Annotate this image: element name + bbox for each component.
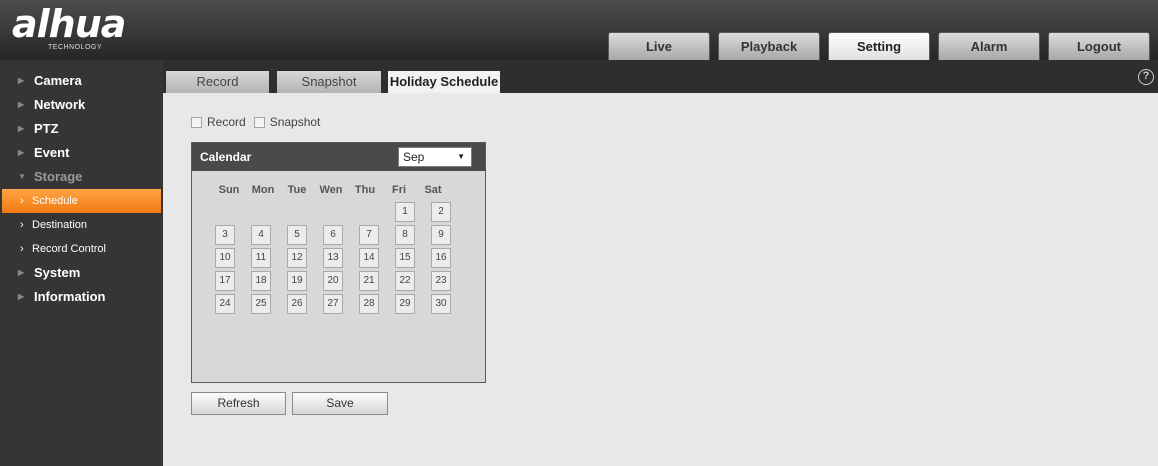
- calendar-day[interactable]: 21: [359, 271, 379, 291]
- sidebar-item-label: System: [34, 265, 81, 280]
- sidebar-item-label: PTZ: [34, 121, 59, 136]
- calendar-day[interactable]: 15: [395, 248, 415, 268]
- calendar-day[interactable]: 11: [251, 248, 271, 268]
- holiday-schedule-panel: Record Snapshot Calendar Sep ▼ Sun Mon Tue…: [163, 93, 1158, 466]
- calendar-day[interactable]: 16: [431, 248, 451, 268]
- weekday-label: Wen: [319, 184, 343, 196]
- caret-right-icon: ▶: [18, 100, 25, 109]
- type-checkboxes: Record Snapshot: [191, 115, 328, 129]
- chevron-right-icon: ›: [20, 195, 24, 207]
- caret-right-icon: ▶: [18, 124, 25, 133]
- calendar-title: Calendar: [200, 150, 252, 164]
- subtab-holiday-schedule[interactable]: Holiday Schedule: [388, 71, 500, 93]
- snapshot-checkbox[interactable]: [253, 116, 265, 128]
- weekday-label: Fri: [391, 184, 407, 196]
- save-button[interactable]: Save: [292, 392, 388, 415]
- subtab-bar: Record Snapshot Holiday Schedule ?: [163, 60, 1158, 93]
- calendar-day[interactable]: 28: [359, 294, 379, 314]
- caret-down-icon: ▼: [18, 172, 26, 181]
- calendar-day[interactable]: 3: [215, 225, 235, 245]
- sidebar-item-label: Storage: [34, 169, 83, 184]
- calendar-day[interactable]: 1: [395, 202, 415, 222]
- calendar-day[interactable]: 18: [251, 271, 271, 291]
- calendar-day[interactable]: 29: [395, 294, 415, 314]
- month-select[interactable]: Sep ▼: [398, 147, 472, 167]
- calendar-day[interactable]: 27: [323, 294, 343, 314]
- weekday-label: Sat: [424, 184, 442, 196]
- record-checkbox-label: Record: [207, 115, 246, 129]
- weekday-label: Tue: [287, 184, 307, 196]
- calendar-day[interactable]: 20: [323, 271, 343, 291]
- calendar-day[interactable]: 25: [251, 294, 271, 314]
- calendar-day[interactable]: 10: [215, 248, 235, 268]
- sidebar-item-system[interactable]: ▶ System: [0, 261, 163, 285]
- weekday-label: Mon: [251, 184, 275, 196]
- nav-tab-playback[interactable]: Playback: [718, 32, 820, 60]
- chevron-right-icon: ›: [20, 219, 24, 231]
- logo-tagline: TECHNOLOGY: [48, 44, 103, 51]
- caret-right-icon: ▶: [18, 292, 25, 301]
- sidebar-subitem-label: Schedule: [32, 195, 78, 207]
- brand-logo: alhua TECHNOLOGY: [12, 2, 126, 51]
- month-select-value: Sep: [403, 150, 425, 164]
- calendar-day[interactable]: 23: [431, 271, 451, 291]
- caret-right-icon: ▶: [18, 148, 25, 157]
- calendar-day[interactable]: 30: [431, 294, 451, 314]
- calendar-day[interactable]: 12: [287, 248, 307, 268]
- refresh-button[interactable]: Refresh: [191, 392, 286, 415]
- sidebar-subitem-record-control[interactable]: › Record Control: [0, 237, 163, 261]
- subtab-record[interactable]: Record: [166, 71, 269, 93]
- chevron-right-icon: ›: [20, 243, 24, 255]
- sidebar-item-camera[interactable]: ▶ Camera: [0, 69, 163, 93]
- calendar-day[interactable]: 17: [215, 271, 235, 291]
- sidebar-item-network[interactable]: ▶ Network: [0, 93, 163, 117]
- sidebar-item-label: Camera: [34, 73, 82, 88]
- caret-right-icon: ▶: [18, 76, 25, 85]
- calendar-day[interactable]: 9: [431, 225, 451, 245]
- calendar-header: Calendar Sep ▼: [192, 143, 485, 171]
- weekday-header-row: Sun Mon Tue Wen Thu Fri Sat: [211, 184, 449, 196]
- dropdown-arrow-icon: ▼: [457, 152, 465, 161]
- sidebar: ▶ Camera ▶ Network ▶ PTZ ▶ Event ▼ Stora…: [0, 60, 163, 466]
- nav-tab-live[interactable]: Live: [608, 32, 710, 60]
- calendar-day[interactable]: 26: [287, 294, 307, 314]
- app-header: alhua TECHNOLOGY Live Playback Setting A…: [0, 0, 1158, 60]
- sidebar-item-information[interactable]: ▶ Information: [0, 285, 163, 309]
- help-icon[interactable]: ?: [1138, 69, 1154, 85]
- sidebar-subitem-schedule[interactable]: › Schedule: [2, 189, 161, 213]
- calendar-day[interactable]: 13: [323, 248, 343, 268]
- caret-right-icon: ▶: [18, 268, 25, 277]
- nav-tab-setting[interactable]: Setting: [828, 32, 930, 60]
- logo-text: alhua: [12, 2, 126, 46]
- nav-tab-logout[interactable]: Logout: [1048, 32, 1150, 60]
- sidebar-subitem-destination[interactable]: › Destination: [0, 213, 163, 237]
- weekday-label: Thu: [354, 184, 376, 196]
- calendar-day[interactable]: 14: [359, 248, 379, 268]
- subtab-snapshot[interactable]: Snapshot: [277, 71, 381, 93]
- sidebar-item-label: Information: [34, 289, 106, 304]
- sidebar-subitem-label: Destination: [32, 219, 88, 231]
- sidebar-item-storage[interactable]: ▼ Storage: [0, 165, 163, 189]
- sidebar-item-ptz[interactable]: ▶ PTZ: [0, 117, 163, 141]
- calendar-day[interactable]: 8: [395, 225, 415, 245]
- record-checkbox[interactable]: [191, 116, 202, 128]
- holiday-calendar: Calendar Sep ▼ Sun Mon Tue Wen Thu Fri Sat 123…: [191, 142, 486, 383]
- calendar-day[interactable]: 22: [395, 271, 415, 291]
- sidebar-subitem-label: Record Control: [32, 243, 106, 255]
- calendar-day[interactable]: 19: [287, 271, 307, 291]
- calendar-day[interactable]: 6: [323, 225, 343, 245]
- calendar-day[interactable]: 7: [359, 225, 379, 245]
- calendar-day[interactable]: 24: [215, 294, 235, 314]
- snapshot-checkbox-label: Snapshot: [269, 115, 321, 129]
- nav-tab-alarm[interactable]: Alarm: [938, 32, 1040, 60]
- calendar-day[interactable]: 2: [431, 202, 451, 222]
- sidebar-item-event[interactable]: ▶ Event: [0, 141, 163, 165]
- top-navigation: Live Playback Setting Alarm Logout: [608, 28, 1158, 60]
- calendar-day[interactable]: 4: [251, 225, 271, 245]
- sidebar-item-label: Event: [34, 145, 70, 160]
- calendar-day[interactable]: 5: [287, 225, 307, 245]
- weekday-label: Sun: [218, 184, 240, 196]
- sidebar-item-label: Network: [34, 97, 86, 112]
